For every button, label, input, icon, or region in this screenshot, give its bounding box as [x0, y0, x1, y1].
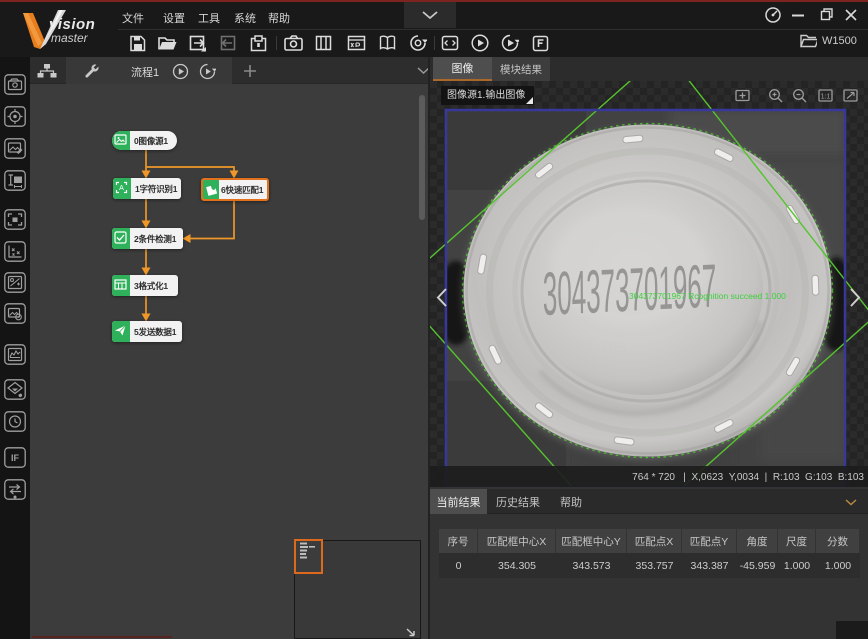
svg-text:IF: IF [11, 453, 20, 463]
svg-text:764 * 720 | X,0623 Y,0034: 764 * 720 | X,0623 Y,0034 | R:103 G:103 … [632, 472, 864, 483]
svg-text:1:1: 1:1 [821, 94, 831, 101]
svg-text:304373701967: 304373701967 [543, 251, 717, 328]
svg-text:304373701967 Rcognition succee: 304373701967 Rcognition succeed 1.000 [629, 291, 786, 301]
svg-text:A: A [119, 185, 124, 192]
svg-text:04 703: 04 703 [576, 338, 628, 357]
